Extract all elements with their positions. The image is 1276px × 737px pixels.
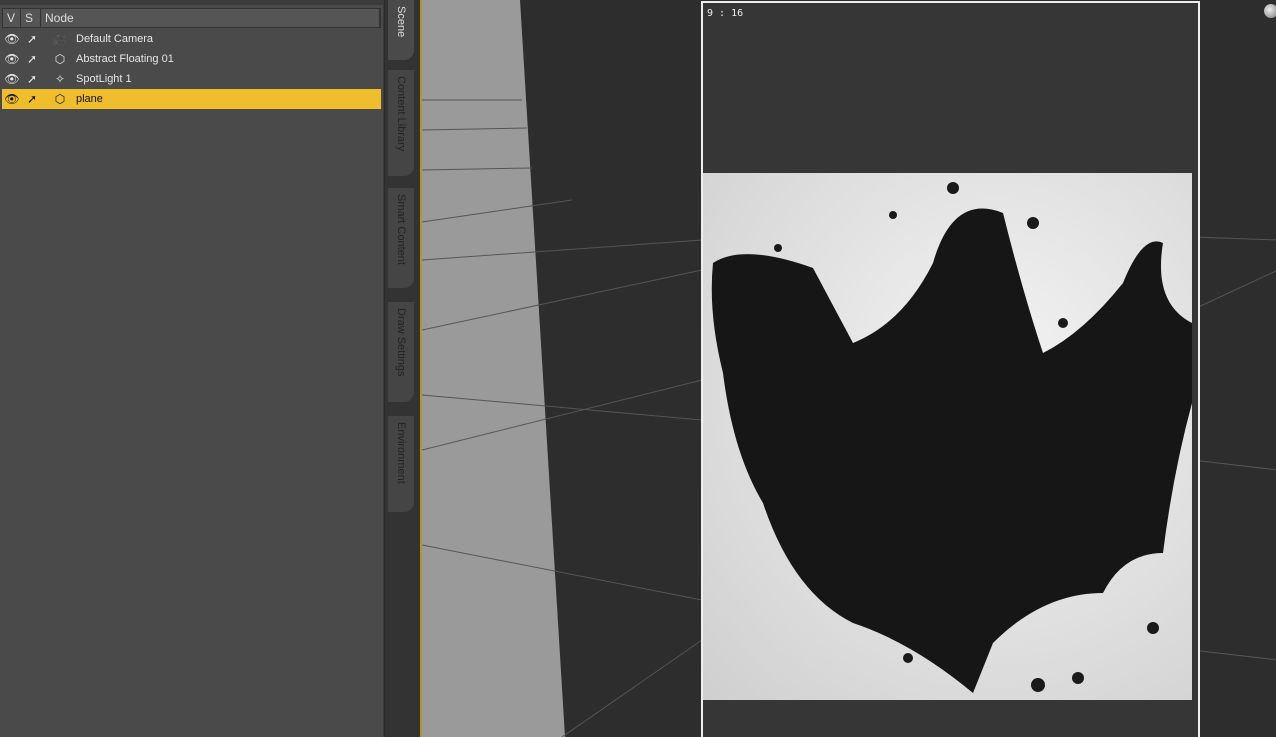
cube-icon: ⬡: [54, 92, 66, 106]
splash-image: [711, 182, 1192, 694]
render-preview: [703, 173, 1192, 700]
visible-column-header[interactable]: V: [3, 9, 21, 27]
tab-smart-content[interactable]: Smart Content: [388, 188, 414, 288]
select-cursor-icon[interactable]: ➚: [22, 52, 42, 66]
node-label: plane: [76, 93, 103, 105]
side-tab-bar: Scene Content Library Smart Content Draw…: [385, 0, 420, 737]
sphere-icon[interactable]: [1264, 4, 1276, 18]
select-cursor-icon[interactable]: ➚: [22, 72, 42, 86]
tab-draw-settings[interactable]: Draw Settings: [388, 302, 414, 402]
select-cursor-icon[interactable]: ➚: [22, 92, 42, 106]
node-label: SpotLight 1: [76, 73, 132, 85]
scene-header: V S Node: [2, 8, 381, 28]
aspect-ratio-label: 9 : 16: [707, 8, 744, 19]
scene-node-row[interactable]: 👁 ➚ ⬡ Abstract Floating 01: [2, 49, 381, 69]
node-label: Default Camera: [76, 33, 154, 45]
tab-content-library[interactable]: Content Library: [388, 70, 414, 176]
scene-node-row-selected[interactable]: 👁 ➚ ⬡ plane: [2, 89, 381, 109]
camera-icon: 🎥: [52, 32, 68, 46]
eye-icon[interactable]: 👁: [2, 72, 22, 86]
eye-icon[interactable]: 👁: [2, 92, 22, 106]
spotlight-icon: ✧: [54, 72, 66, 86]
tab-scene[interactable]: Scene: [388, 0, 414, 60]
select-cursor-icon[interactable]: ➚: [22, 32, 42, 46]
tab-environment[interactable]: Environment: [388, 416, 414, 512]
node-label: Abstract Floating 01: [76, 53, 174, 65]
3d-viewport[interactable]: 9 : 16: [420, 0, 1276, 737]
eye-icon[interactable]: 👁: [2, 52, 22, 66]
node-column-header[interactable]: Node: [41, 9, 380, 27]
eye-icon[interactable]: 👁: [2, 32, 22, 46]
panel-top-bar: [0, 0, 384, 5]
selectable-column-header[interactable]: S: [21, 9, 41, 27]
scene-node-row[interactable]: 👁 ➚ ✧ SpotLight 1: [2, 69, 381, 89]
scene-node-row[interactable]: 👁 ➚ 🎥 Default Camera: [2, 29, 381, 49]
cube-icon: ⬡: [54, 52, 66, 66]
camera-frame: 9 : 16: [701, 1, 1200, 737]
scene-panel: V S Node 👁 ➚ 🎥 Default Camera 👁 ➚ ⬡ Abstract F…: [0, 0, 384, 737]
